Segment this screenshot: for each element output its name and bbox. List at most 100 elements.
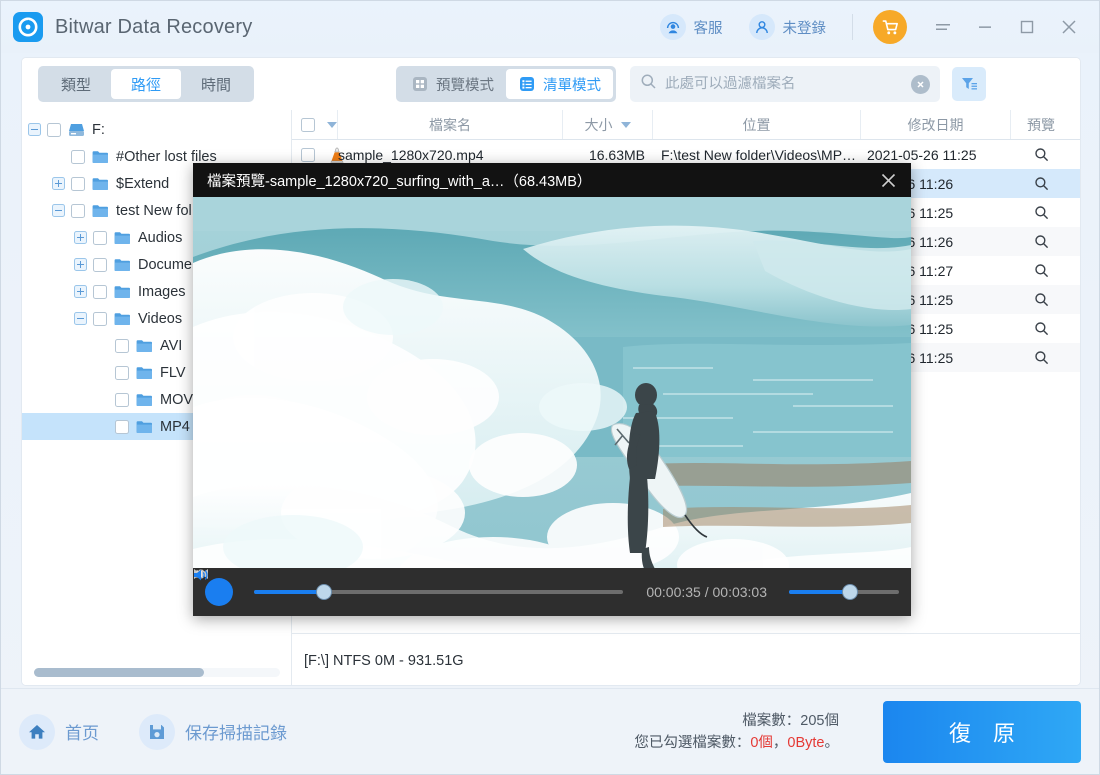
file-count-line: 檔案數：205個 — [742, 712, 839, 729]
folder-icon — [114, 312, 138, 326]
tree-item-checkbox[interactable] — [93, 311, 107, 326]
funnel-filter-icon[interactable] — [952, 67, 987, 101]
volume-slider-handle[interactable] — [841, 584, 858, 600]
titlebar-divider — [852, 14, 853, 40]
cell-preview-action[interactable] — [1011, 169, 1071, 198]
tree-item-checkbox[interactable] — [115, 419, 129, 434]
magnifier-icon[interactable] — [1034, 147, 1049, 162]
folder-icon — [92, 204, 108, 217]
tree-item-checkbox[interactable] — [115, 338, 129, 353]
account-button[interactable]: 未登錄 — [748, 14, 826, 40]
home-icon — [19, 713, 55, 750]
expand-icon[interactable] — [74, 231, 87, 244]
title-bar: Bitwar Data Recovery 客服 未登錄 — [1, 1, 1099, 53]
view-mode-segmented-control: 預覽模式 清單模式 — [396, 66, 617, 102]
tree-item-checkbox[interactable] — [115, 365, 129, 380]
cell-preview-action[interactable] — [1011, 140, 1071, 169]
magnifier-icon[interactable] — [1034, 263, 1049, 278]
magnifier-icon[interactable] — [1034, 234, 1049, 249]
tab-time[interactable]: 時間 — [181, 69, 251, 99]
tab-type[interactable]: 類型 — [41, 69, 111, 99]
maximize-icon[interactable] — [1013, 13, 1041, 41]
volume-slider[interactable] — [789, 584, 899, 600]
tree-item-checkbox[interactable] — [93, 284, 107, 299]
tab-preview-mode-label: 預覽模式 — [436, 77, 495, 94]
tab-list-mode-label: 清單模式 — [543, 77, 602, 94]
cell-preview-action[interactable] — [1011, 227, 1071, 256]
preview-dialog-title: 檔案預覽-sample_1280x720_surfing_with_a…（68.… — [207, 173, 592, 190]
folder-icon — [136, 366, 160, 380]
tab-path[interactable]: 路徑 — [111, 69, 182, 99]
tree-item-label: $Extend — [116, 175, 170, 192]
sort-caret-icon[interactable] — [620, 121, 631, 128]
expand-icon[interactable] — [52, 177, 65, 190]
tree-item-f[interactable]: F: — [22, 116, 291, 143]
selected-count-line: 您已勾選檔案數：0個，0Byte。 — [634, 732, 839, 754]
collapse-icon[interactable] — [74, 312, 87, 325]
magnifier-icon[interactable] — [1034, 350, 1049, 365]
minimize-icon[interactable] — [971, 13, 999, 41]
close-icon[interactable] — [873, 165, 903, 195]
tree-item-label: Videos — [138, 310, 183, 327]
hamburger-menu-icon[interactable] — [929, 13, 957, 41]
tab-list-mode[interactable]: 清單模式 — [506, 69, 614, 99]
select-all-checkbox[interactable] — [301, 117, 315, 132]
chevron-down-icon[interactable] — [327, 121, 337, 128]
tab-preview-mode[interactable]: 預覽模式 — [399, 69, 506, 99]
seek-slider-handle[interactable] — [316, 584, 333, 600]
tree-scrollbar-thumb[interactable] — [34, 668, 204, 677]
expand-icon[interactable] — [74, 285, 87, 298]
cell-preview-action[interactable] — [1011, 256, 1071, 285]
tree-item-checkbox[interactable] — [71, 176, 85, 191]
video-time-label: 00:00:35 / 00:03:03 — [646, 584, 767, 600]
cell-preview-action[interactable] — [1011, 343, 1071, 372]
header-location[interactable]: 位置 — [653, 110, 861, 139]
magnifier-icon[interactable] — [1034, 205, 1049, 220]
recover-button[interactable]: 復 原 — [883, 700, 1081, 763]
tree-item-checkbox[interactable] — [93, 257, 107, 272]
cell-preview-action[interactable] — [1011, 314, 1071, 343]
collapse-icon[interactable] — [52, 204, 65, 217]
search-input[interactable] — [665, 76, 912, 92]
expand-icon[interactable] — [74, 258, 87, 271]
row-checkbox[interactable] — [301, 147, 315, 162]
collapse-icon[interactable] — [28, 123, 41, 136]
home-button[interactable]: 首页 — [19, 713, 99, 750]
header-select-all[interactable] — [292, 110, 338, 139]
file-count-summary: 檔案數：205個 您已勾選檔案數：0個，0Byte。 — [634, 710, 839, 754]
app-window: Bitwar Data Recovery 客服 未登錄 類型 路徑 時間 預覽模… — [0, 0, 1100, 775]
close-icon[interactable] — [1055, 13, 1083, 41]
tree-item-checkbox[interactable] — [115, 392, 129, 407]
pause-icon[interactable] — [196, 570, 233, 606]
list-view-icon — [518, 75, 536, 93]
clear-circle-icon[interactable] — [911, 74, 931, 94]
tree-item-checkbox[interactable] — [71, 149, 85, 164]
header-size[interactable]: 大小 — [563, 110, 653, 139]
tree-horizontal-scrollbar[interactable] — [34, 668, 280, 677]
magnifier-icon[interactable] — [1034, 292, 1049, 307]
selected-prefix: 您已勾選檔案數： — [634, 734, 751, 751]
folder-icon — [136, 366, 152, 379]
selected-count-value: 0個 — [750, 734, 773, 751]
drive-status-line: [F:\] NTFS 0M - 931.51G — [292, 633, 1080, 685]
cell-preview-action[interactable] — [1011, 198, 1071, 227]
surfing-video-frame — [193, 197, 911, 616]
shopping-cart-icon[interactable] — [873, 10, 907, 44]
tree-item-checkbox[interactable] — [71, 203, 85, 218]
view-filter-segmented-control: 類型 路徑 時間 — [38, 66, 255, 102]
header-filename[interactable]: 檔案名 — [338, 110, 563, 139]
magnifier-icon[interactable] — [1034, 176, 1049, 191]
video-surface[interactable]: 00:00:35 / 00:03:03 — [193, 197, 911, 616]
support-button[interactable]: 客服 — [659, 14, 723, 40]
tree-item-checkbox[interactable] — [93, 230, 107, 245]
magnifier-icon[interactable] — [1034, 321, 1049, 336]
seek-slider[interactable] — [254, 584, 624, 600]
save-scan-record-button[interactable]: 保存掃描記錄 — [139, 713, 287, 750]
tree-item-checkbox[interactable] — [47, 122, 61, 137]
cell-preview-action[interactable] — [1011, 285, 1071, 314]
grid-view-icon — [411, 75, 429, 93]
header-modified-date[interactable]: 修改日期 — [861, 110, 1011, 139]
